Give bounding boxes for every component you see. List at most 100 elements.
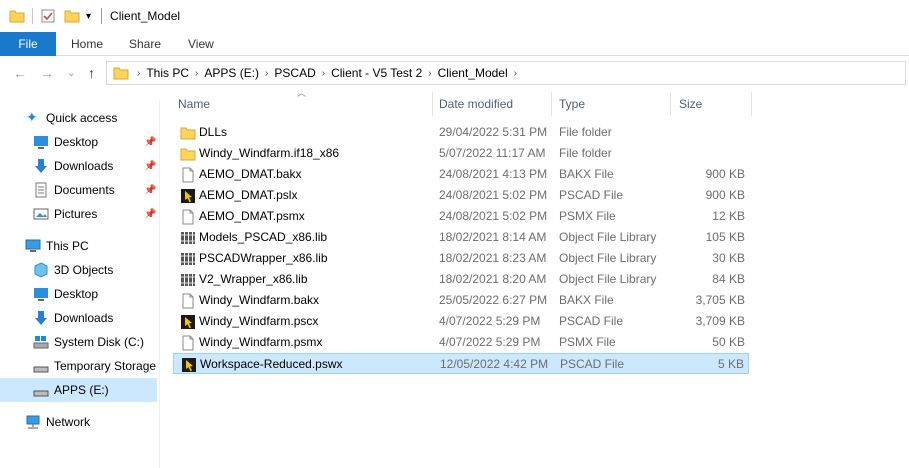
breadcrumb-separator-icon[interactable]: ›	[514, 68, 517, 79]
recent-locations-chevron-icon[interactable]: ⌄	[67, 68, 75, 79]
library-icon	[181, 232, 195, 244]
sidebar-item-apps-drive[interactable]: APPS (E:)	[0, 378, 157, 402]
file-type: PSCAD File	[560, 357, 625, 371]
breadcrumb-separator-icon[interactable]: ›	[322, 68, 325, 79]
file-type: PSCAD File	[559, 314, 624, 328]
sidebar-item-desktop-quick[interactable]: Desktop 📌	[0, 130, 157, 154]
column-header-size[interactable]: Size	[675, 92, 749, 116]
tab-file[interactable]: File	[0, 32, 56, 56]
new-folder-icon[interactable]	[64, 8, 80, 24]
breadcrumb-separator-icon[interactable]: ›	[428, 68, 431, 79]
sidebar-item-label: Temporary Storage	[54, 359, 157, 373]
file-name: V2_Wrapper_x86.lib	[199, 272, 308, 286]
customize-toolbar-icon[interactable]: ▾	[86, 11, 91, 22]
breadcrumb-separator-icon[interactable]: ›	[265, 68, 268, 79]
sidebar-item-pictures-quick[interactable]: Pictures 📌	[0, 202, 157, 226]
file-type: Object File Library	[559, 272, 657, 286]
sidebar-item-label: Pictures	[54, 207, 98, 221]
file-date-modified: 25/05/2022 6:27 PM	[439, 293, 548, 307]
column-header-name[interactable]: Name	[174, 92, 432, 116]
file-type: Object File Library	[559, 251, 657, 265]
breadcrumb-apps[interactable]: APPS (E:)	[204, 66, 259, 80]
tab-share[interactable]: Share	[129, 32, 161, 56]
sidebar-item-label: Quick access	[46, 111, 118, 125]
download-arrow-icon	[35, 311, 47, 325]
sidebar-item-label: Network	[46, 415, 91, 429]
pictures-icon	[33, 208, 49, 220]
file-row[interactable]: V2_Wrapper_x86.lib 18/02/2021 8:20 AM Obje…	[173, 269, 749, 290]
breadcrumb-client-v5[interactable]: Client - V5 Test 2	[331, 66, 422, 80]
tab-view[interactable]: View	[188, 32, 214, 56]
file-size: 84 KB	[712, 272, 745, 286]
file-size: 3,709 KB	[695, 314, 745, 328]
breadcrumb-pscad[interactable]: PSCAD	[274, 66, 315, 80]
sidebar-item-this-pc[interactable]: This PC	[0, 234, 157, 258]
navigation-pane: ✦ Quick access Desktop 📌 Downloads 📌 Doc…	[0, 100, 160, 468]
file-name: PSCADWrapper_x86.lib	[199, 251, 328, 265]
pscad-icon	[182, 358, 196, 372]
sidebar-item-system-disk[interactable]: System Disk (C:)	[0, 330, 157, 354]
file-row[interactable]: AEMO_DMAT.psmx 24/08/2021 5:02 PM PSMX Fil…	[173, 206, 749, 227]
breadcrumb-this-pc[interactable]: This PC	[146, 66, 189, 80]
breadcrumb-client-model[interactable]: Client_Model	[438, 66, 508, 80]
file-name: AEMO_DMAT.pslx	[199, 188, 298, 202]
forward-arrow-icon[interactable]: →	[40, 65, 54, 81]
file-type: File folder	[559, 125, 612, 139]
windows-drive-icon	[33, 336, 49, 349]
sidebar-item-network[interactable]: Network	[0, 410, 157, 434]
sidebar-item-label: System Disk (C:)	[54, 335, 144, 349]
file-name: Workspace-Reduced.pswx	[200, 357, 343, 371]
file-date-modified: 24/08/2021 4:13 PM	[439, 167, 548, 181]
sidebar-item-temporary-storage[interactable]: Temporary Storage	[0, 354, 157, 378]
file-row[interactable]: PSCADWrapper_x86.lib 18/02/2021 8:23 AM Ob…	[173, 248, 749, 269]
file-row[interactable]: Models_PSCAD_x86.lib 18/02/2021 8:14 AM Ob…	[173, 227, 749, 248]
quick-access-toolbar: ▾	[9, 8, 91, 24]
properties-icon[interactable]	[40, 8, 56, 24]
sidebar-item-label: Desktop	[54, 135, 99, 149]
sidebar-item-downloads[interactable]: Downloads	[0, 306, 157, 330]
window-title: Client_Model	[110, 9, 181, 23]
breadcrumb-separator-icon[interactable]: ›	[137, 68, 140, 79]
file-type: Object File Library	[559, 230, 657, 244]
pin-icon: 📌	[144, 136, 157, 148]
up-arrow-icon[interactable]: ↑	[88, 65, 95, 81]
drive-icon	[33, 366, 49, 373]
file-row[interactable]: Windy_Windfarm.bakx 25/05/2022 6:27 PM BAK…	[173, 290, 749, 311]
cube-icon	[34, 262, 48, 278]
file-row[interactable]: Windy_Windfarm.if18_x86 5/07/2022 11:17 A…	[173, 143, 749, 164]
file-row[interactable]: AEMO_DMAT.pslx 24/08/2021 5:02 PM PSCAD Fi…	[173, 185, 749, 206]
address-bar[interactable]: › This PC › APPS (E:) › PSCAD › Client -…	[106, 61, 906, 85]
sidebar-item-downloads-quick[interactable]: Downloads 📌	[0, 154, 157, 178]
file-icon	[182, 335, 194, 351]
back-arrow-icon[interactable]: ←	[13, 65, 27, 81]
navigation-bar: ← → ⌄ ↑ › This PC › APPS (E:) › PSCAD › …	[0, 58, 909, 88]
tab-home[interactable]: Home	[71, 32, 103, 56]
column-header-date[interactable]: Date modified	[435, 92, 551, 116]
sidebar-item-label: Desktop	[54, 287, 99, 301]
file-date-modified: 18/02/2021 8:23 AM	[439, 251, 547, 265]
file-row[interactable]: AEMO_DMAT.bakx 24/08/2021 4:13 PM BAKX Fil…	[173, 164, 749, 185]
file-size: 105 KB	[705, 230, 745, 244]
file-date-modified: 5/07/2022 11:17 AM	[439, 146, 546, 160]
computer-icon	[25, 239, 41, 252]
sidebar-item-label: Downloads	[54, 311, 114, 325]
file-row[interactable]: Windy_Windfarm.psmx 4/07/2022 5:29 PM PSMX…	[173, 332, 749, 353]
folder-icon	[180, 127, 196, 140]
file-date-modified: 18/02/2021 8:20 AM	[439, 272, 547, 286]
file-name: DLLs	[199, 125, 228, 139]
file-date-modified: 29/04/2022 5:31 PM	[439, 125, 548, 139]
star-icon: ✦	[26, 109, 38, 125]
column-header-type[interactable]: Type	[555, 92, 669, 116]
file-row[interactable]: Workspace-Reduced.pswx 12/05/2022 4:42 PM…	[173, 353, 749, 374]
drive-icon	[33, 390, 49, 397]
sidebar-item-quick-access[interactable]: ✦ Quick access	[0, 106, 157, 130]
file-row[interactable]: Windy_Windfarm.pscx 4/07/2022 5:29 PM PSCA…	[173, 311, 749, 332]
ribbon-tabs: File Home Share View	[0, 32, 909, 56]
breadcrumb-separator-icon[interactable]: ›	[195, 68, 198, 79]
sidebar-item-3d-objects[interactable]: 3D Objects	[0, 258, 157, 282]
file-row[interactable]: DLLs 29/04/2022 5:31 PM File folder	[173, 122, 749, 143]
sidebar-item-desktop[interactable]: Desktop	[0, 282, 157, 306]
sidebar-item-documents-quick[interactable]: Documents 📌	[0, 178, 157, 202]
sidebar-item-label: Documents	[54, 183, 115, 197]
folder-icon	[9, 10, 25, 23]
